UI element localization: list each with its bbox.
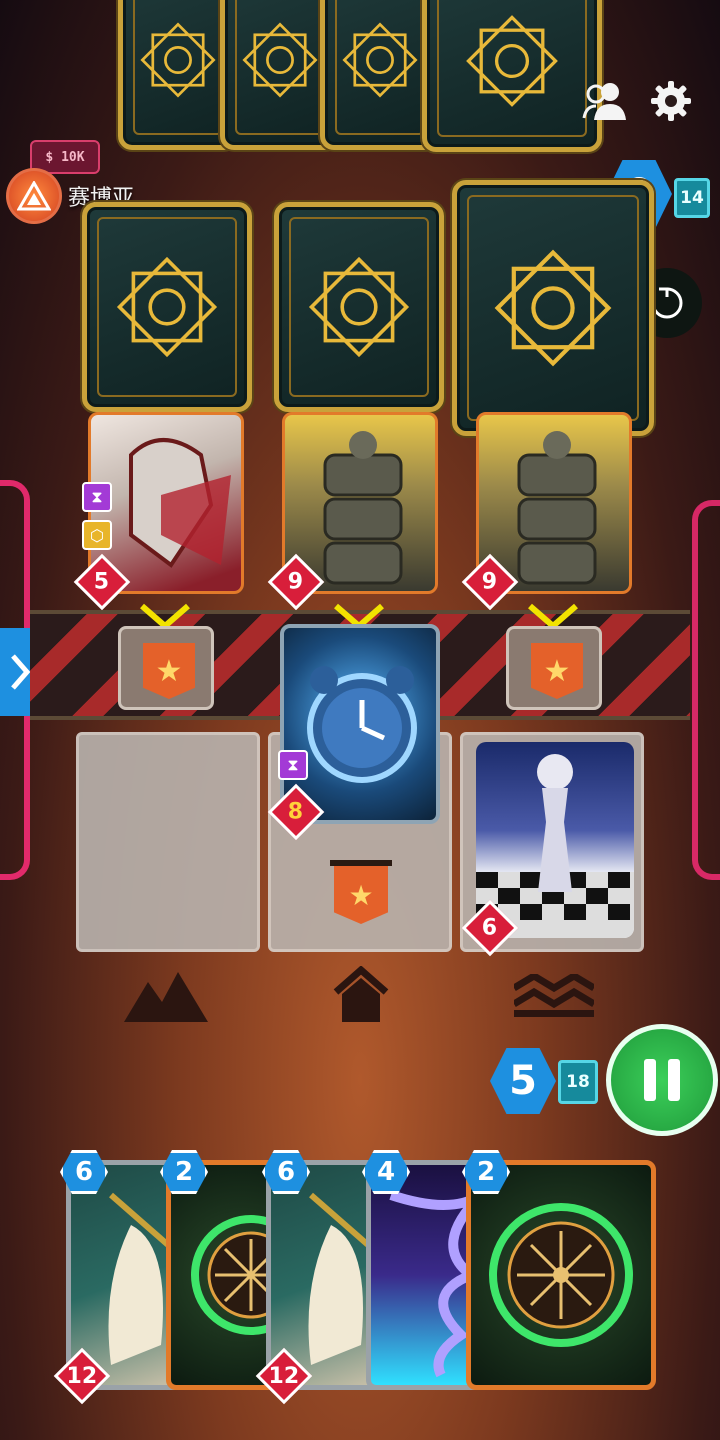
location-star-banner: ★ bbox=[118, 626, 214, 710]
power-value: 6 bbox=[482, 915, 498, 941]
player-energy: 5 bbox=[490, 1048, 556, 1114]
opponent-location-card bbox=[452, 180, 654, 436]
cost-value: 2 bbox=[174, 1157, 194, 1187]
cost-value: 2 bbox=[476, 1157, 496, 1187]
opponent-location-card bbox=[82, 202, 252, 412]
cost-value: 6 bbox=[74, 1157, 94, 1187]
opponent-location-card bbox=[274, 202, 444, 412]
power-value: 8 bbox=[288, 799, 304, 825]
player-deck-count: 18 bbox=[558, 1060, 598, 1104]
hand-card[interactable] bbox=[466, 1160, 656, 1390]
star-icon: ★ bbox=[334, 866, 388, 924]
hourglass-icon: ⧗ bbox=[82, 482, 112, 512]
hexagon-icon: ⬡ bbox=[82, 520, 112, 550]
location-star-banner: ★ bbox=[506, 626, 602, 710]
location-star-banner: ★ bbox=[330, 860, 392, 926]
home-icon bbox=[333, 966, 389, 1022]
friends-icon[interactable] bbox=[580, 76, 630, 126]
hourglass-icon: ⧗ bbox=[278, 750, 308, 780]
power-value: 12 bbox=[66, 1363, 98, 1389]
power-value: 5 bbox=[94, 569, 110, 595]
gear-icon[interactable] bbox=[646, 76, 696, 126]
power-value: 12 bbox=[268, 1363, 300, 1389]
player-lane-slot[interactable] bbox=[76, 732, 260, 952]
opponent-deck-count: 14 bbox=[674, 178, 710, 218]
neon-decor-right bbox=[692, 500, 720, 880]
cost-value: 4 bbox=[376, 1157, 396, 1187]
game-board: $ 10K 赛博亚 0 14 bbox=[0, 0, 720, 1440]
power-value: 9 bbox=[482, 569, 498, 595]
cost-value: 6 bbox=[276, 1157, 296, 1187]
star-icon: ★ bbox=[143, 643, 195, 699]
star-icon: ★ bbox=[531, 643, 583, 699]
mountain-icon bbox=[124, 972, 208, 1022]
waves-icon bbox=[514, 974, 594, 1017]
pause-icon[interactable] bbox=[606, 1024, 718, 1136]
power-value: 9 bbox=[288, 569, 304, 595]
opponent-avatar[interactable] bbox=[6, 168, 62, 224]
opponent-hand-card bbox=[422, 0, 602, 152]
